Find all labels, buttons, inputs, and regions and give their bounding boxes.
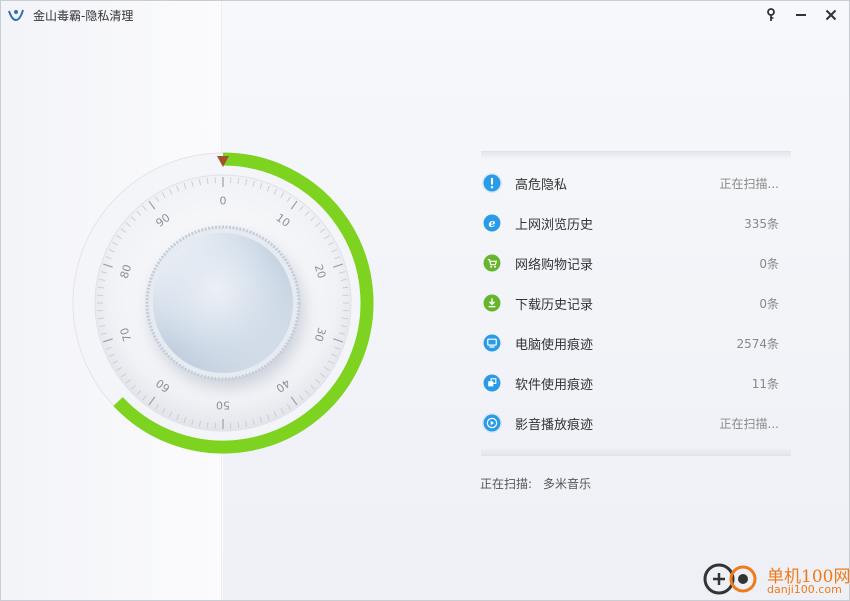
minimize-button[interactable] — [790, 5, 812, 25]
key-button[interactable] — [760, 5, 782, 25]
watermark-url: danji100.com — [767, 583, 842, 596]
list-bottom-divider — [481, 447, 791, 456]
tick-label: 0 — [220, 195, 227, 208]
close-icon — [825, 9, 837, 21]
list-item-label: 影音播放痕迹 — [515, 418, 594, 433]
list-item[interactable]: 网络购物记录 0条 — [479, 243, 781, 283]
list-item-label: 下载历史记录 — [515, 298, 594, 313]
list-item[interactable]: 下载历史记录 0条 — [479, 283, 781, 323]
ie-icon: e — [483, 214, 501, 232]
list-item-label: 高危隐私 — [515, 178, 568, 193]
list-item-status: 335条 — [744, 217, 779, 231]
list-item-status: 正在扫描... — [719, 417, 779, 431]
watermark: 单机100网 danji100.com — [701, 559, 849, 599]
scan-dial: 0102030405060708090 — [72, 152, 374, 454]
list-item-status: 11条 — [751, 377, 779, 391]
key-icon — [767, 8, 775, 21]
kingsoft-logo-icon — [8, 9, 24, 22]
scan-target: 多米音乐 — [543, 477, 592, 491]
svg-text:e: e — [489, 217, 496, 230]
list-item-label: 电脑使用痕迹 — [515, 338, 594, 353]
tick-label: 50 — [216, 399, 230, 412]
list-item[interactable]: 软件使用痕迹 11条 — [479, 363, 781, 403]
list-item-status: 正在扫描... — [719, 177, 779, 191]
watermark-logo-icon — [703, 563, 757, 595]
play-icon — [481, 412, 503, 434]
cart-icon — [483, 254, 501, 272]
list-item-label: 网络购物记录 — [515, 258, 594, 273]
list-item-status: 0条 — [759, 257, 779, 271]
list-item-status: 2574条 — [736, 337, 779, 351]
privacy-cleanup-window: 金山毒霸-隐私清理 0 10 20 30 40 50 60 70 80 90 高… — [0, 0, 850, 601]
list-item[interactable]: 高危隐私 正在扫描... — [479, 163, 781, 203]
software-icon — [483, 374, 501, 392]
title-bar: 金山毒霸-隐私清理 — [1, 1, 849, 29]
close-button[interactable] — [820, 5, 842, 25]
list-item[interactable]: 电脑使用痕迹 2574条 — [479, 323, 781, 363]
list-item-label: 软件使用痕迹 — [515, 378, 594, 393]
list-item-label: 上网浏览历史 — [515, 218, 594, 233]
minimize-icon — [796, 14, 806, 16]
list-item-status: 0条 — [759, 297, 779, 311]
list-item[interactable]: e 上网浏览历史 335条 — [479, 203, 781, 243]
exclamation-icon — [481, 172, 503, 194]
dial-knob-sheen — [153, 233, 293, 373]
scan-label: 正在扫描: — [480, 477, 533, 491]
list-item[interactable]: 影音播放痕迹 正在扫描... — [479, 403, 781, 443]
list-top-divider — [481, 151, 791, 160]
monitor-icon — [483, 334, 501, 352]
download-icon — [483, 294, 501, 312]
privacy-category-list: 高危隐私 正在扫描... e 上网浏览历史 335条 网络购物记录 0条 下载历史记录 0条 电脑… — [479, 163, 781, 443]
window-title: 金山毒霸-隐私清理 — [33, 9, 134, 23]
